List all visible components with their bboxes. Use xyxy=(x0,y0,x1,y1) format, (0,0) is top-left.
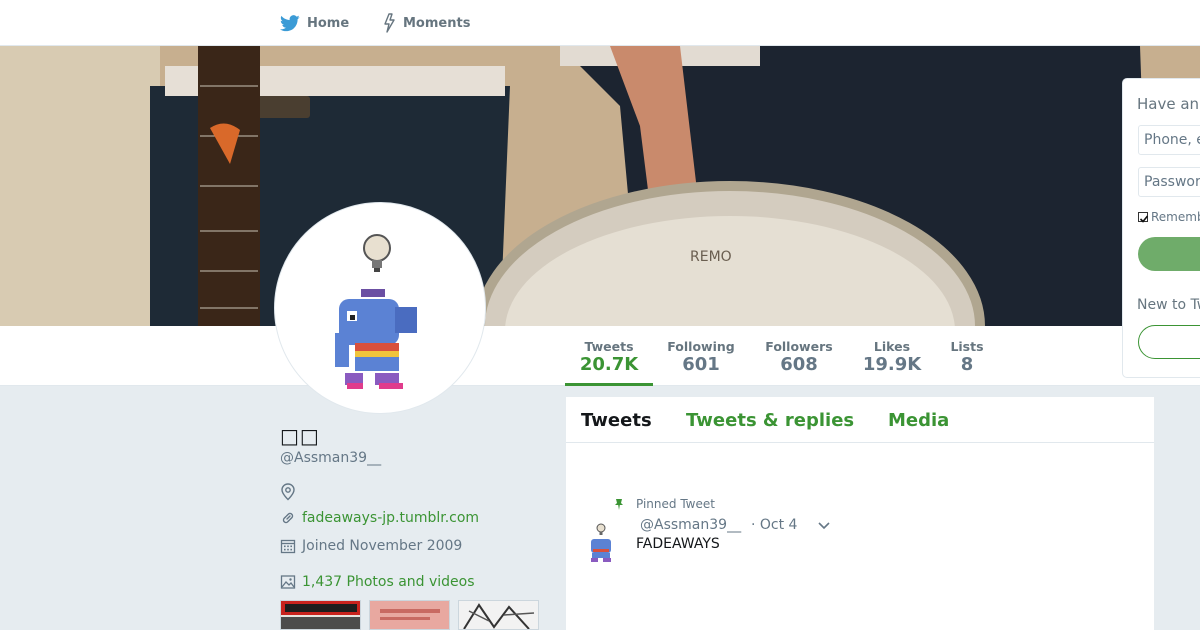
stat-value: 601 xyxy=(682,354,720,375)
media-thumbnail[interactable] xyxy=(458,600,539,630)
tab-tweets[interactable]: Tweets xyxy=(581,410,652,431)
tab-tweets-replies[interactable]: Tweets & replies xyxy=(686,410,854,431)
media-thumbnail-image xyxy=(459,601,538,629)
stat-lists[interactable]: Lists 8 xyxy=(946,326,988,386)
timeline: Tweets Tweets & replies Media Pinned Twe… xyxy=(566,397,1154,630)
signup-button[interactable] xyxy=(1138,325,1200,359)
stat-value: 8 xyxy=(960,354,974,375)
remember-me[interactable]: Rememb xyxy=(1138,210,1200,224)
nav-moments-label: Moments xyxy=(403,15,471,31)
stat-label: Tweets xyxy=(584,339,634,354)
timeline-tabs: Tweets Tweets & replies Media xyxy=(566,397,1154,443)
stat-label: Lists xyxy=(950,339,984,354)
avatar-pixel-elephant xyxy=(335,234,417,389)
stat-value: 20.7K xyxy=(579,354,639,375)
remember-label: Rememb xyxy=(1151,210,1200,224)
stat-value: 608 xyxy=(780,354,818,375)
lightning-icon xyxy=(384,13,395,33)
profile-handle[interactable]: @Assman39__ xyxy=(280,450,381,466)
photos-count[interactable]: 1,437 Photos and videos xyxy=(302,574,475,590)
tab-media[interactable]: Media xyxy=(888,410,949,431)
link-icon xyxy=(282,512,294,524)
profile-name: □□ xyxy=(280,424,320,448)
pin-icon xyxy=(615,499,623,510)
media-thumbnail[interactable] xyxy=(280,600,361,630)
stat-likes[interactable]: Likes 19.9K xyxy=(857,326,927,386)
website-link[interactable]: fadeaways-jp.tumblr.com xyxy=(302,510,479,526)
password-input[interactable]: Passwor xyxy=(1138,167,1200,197)
login-card: Have an Phone, e Passwor Rememb New to T… xyxy=(1122,78,1200,378)
profile-location xyxy=(280,483,302,501)
chevron-down-icon[interactable] xyxy=(817,521,831,531)
check-icon xyxy=(1139,215,1149,223)
banner-photo: REMO xyxy=(0,46,1200,326)
profile-banner: REMO xyxy=(0,46,1200,326)
phone-email-input[interactable]: Phone, e xyxy=(1138,125,1200,155)
pinned-tweet-label: Pinned Tweet xyxy=(636,497,715,511)
nav-home-label: Home xyxy=(307,15,350,31)
tweet-handle[interactable]: @Assman39__ xyxy=(640,517,741,533)
stat-following[interactable]: Following 601 xyxy=(663,326,739,386)
joined-date: Joined November 2009 xyxy=(302,538,463,554)
profile-avatar[interactable] xyxy=(274,202,486,414)
media-thumbnail-image xyxy=(370,601,449,629)
profile-stats-bar: Tweets 20.7K Following 601 Followers 608… xyxy=(0,326,1200,386)
stat-label: Following xyxy=(667,339,735,354)
login-button[interactable] xyxy=(1138,237,1200,271)
media-thumbnail-image xyxy=(281,601,360,629)
image-icon xyxy=(280,575,296,589)
stat-followers[interactable]: Followers 608 xyxy=(762,326,836,386)
top-nav: Home Moments xyxy=(0,0,1200,46)
stat-value: 19.9K xyxy=(862,354,922,375)
tweet-avatar[interactable] xyxy=(581,521,621,565)
profile-website[interactable]: fadeaways-jp.tumblr.com xyxy=(280,510,479,526)
media-thumbnail[interactable] xyxy=(369,600,450,630)
profile-photos-link[interactable]: 1,437 Photos and videos xyxy=(280,574,475,590)
location-pin-icon xyxy=(281,483,295,501)
tweet-text: FADEAWAYS xyxy=(636,536,720,552)
stat-tweets[interactable]: Tweets 20.7K xyxy=(565,326,653,386)
stat-label: Followers xyxy=(765,339,833,354)
stat-label: Likes xyxy=(873,339,911,354)
new-to-twitter: New to Tw xyxy=(1137,297,1200,313)
login-title: Have an xyxy=(1137,95,1200,113)
calendar-icon xyxy=(280,539,296,554)
profile-joined: Joined November 2009 xyxy=(280,538,462,554)
nav-moments[interactable]: Moments xyxy=(382,0,470,46)
remember-checkbox[interactable] xyxy=(1138,212,1149,223)
twitter-bird-icon xyxy=(280,14,300,31)
tweet-timestamp[interactable]: · Oct 4 xyxy=(751,517,797,533)
svg-text:REMO: REMO xyxy=(690,249,732,265)
nav-home[interactable]: Home xyxy=(280,0,349,46)
